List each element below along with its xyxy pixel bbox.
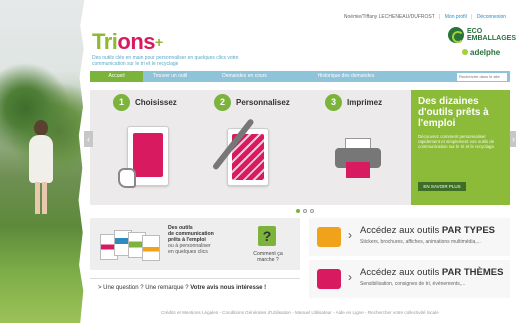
access-subtitle: Sensibilisation, consignes de tri, événe… [360, 281, 466, 287]
step-label: Personnalisez [236, 98, 290, 107]
access-subtitle: Stickers, brochures, affiches, animation… [360, 239, 481, 245]
chevron-right-icon: › [348, 270, 352, 284]
step-number: 1 [113, 94, 130, 111]
footer-links[interactable]: Crédits et Mentions Légales - Conditions… [90, 310, 510, 315]
step-imprimez: 3 Imprimez [325, 94, 382, 111]
nav-item-accueil[interactable]: Accueil [90, 71, 143, 82]
carousel-dot[interactable] [303, 209, 307, 213]
promo-panel: Des dizaines d'outils prêts à l'emploi D… [411, 90, 510, 205]
step-number: 3 [325, 94, 342, 111]
access-by-type[interactable]: › Accédez aux outils PAR TYPES Stickers,… [309, 218, 510, 256]
logout-link[interactable]: Déconnexion [477, 14, 506, 20]
step-label: Imprimez [347, 98, 383, 107]
printer-icon [335, 138, 381, 178]
access-title: Accédez aux outils PAR THÈMES [360, 267, 504, 278]
nav-item-demandes-en-cours[interactable]: Demandes en cours [197, 71, 292, 82]
carousel-next-button[interactable]: › [509, 131, 516, 147]
briefcase-icon [317, 227, 341, 247]
eco-emballages-logo[interactable]: ECO EMBALLAGES [448, 27, 516, 43]
hand-pointer-icon [118, 168, 136, 188]
hero-photo-child-in-garden [0, 0, 84, 323]
site-tagline: Des outils clés en main pour personnalis… [92, 55, 239, 67]
adelphe-logo[interactable]: adelphe [462, 48, 500, 57]
chevron-right-icon: › [348, 228, 352, 242]
tools-box-text: Des outils de communication prêts à l'em… [168, 225, 214, 255]
child-figure [26, 120, 56, 215]
access-title: Accédez aux outils PAR TYPES [360, 225, 495, 236]
carousel-dot[interactable] [310, 209, 314, 213]
carousel-prev-button[interactable]: ‹ [84, 131, 93, 147]
eco-emballages-icon [448, 27, 464, 43]
user-links: Noémie/Tiffany LECHENEAU/DUFROST | Mon p… [343, 14, 506, 20]
brochures-illustration [98, 226, 160, 264]
user-name: Noémie/Tiffany LECHENEAU/DUFROST [343, 14, 435, 20]
step-choisissez: 1 Choisissez [113, 94, 177, 111]
step-personnalisez: 2 Personnalisez [214, 94, 290, 111]
personalize-card-illustration [227, 128, 269, 186]
main-nav: Accueil Trouver un outil Demandes en cou… [90, 71, 510, 82]
help-link[interactable]: Comment ça marche ? [252, 251, 284, 263]
trions-logo[interactable]: Trions+ [92, 31, 163, 53]
folder-icon [317, 269, 341, 289]
step-number: 2 [214, 94, 231, 111]
adelphe-icon [462, 49, 468, 55]
profile-link[interactable]: Mon profil [445, 14, 467, 20]
help-question-icon[interactable]: ? [258, 226, 276, 246]
step-label: Choisissez [135, 98, 177, 107]
access-by-theme[interactable]: › Accédez aux outils PAR THÈMES Sensibil… [309, 260, 510, 298]
carousel-dots [296, 209, 314, 213]
feedback-link[interactable]: > Une question ? Une remarque ? Votre av… [90, 278, 300, 296]
learn-more-button[interactable]: EN SAVOIR PLUS [418, 182, 466, 191]
promo-title: Des dizaines d'outils prêts à l'emploi [418, 96, 489, 129]
nav-item-trouver-outil[interactable]: Trouver un outil [143, 71, 197, 82]
search-input[interactable] [457, 72, 507, 81]
carousel-dot[interactable] [296, 209, 300, 213]
nav-item-historique[interactable]: Historique des demandes [292, 71, 400, 82]
promo-text: Découvrez comment personnaliser rapideme… [418, 134, 496, 150]
